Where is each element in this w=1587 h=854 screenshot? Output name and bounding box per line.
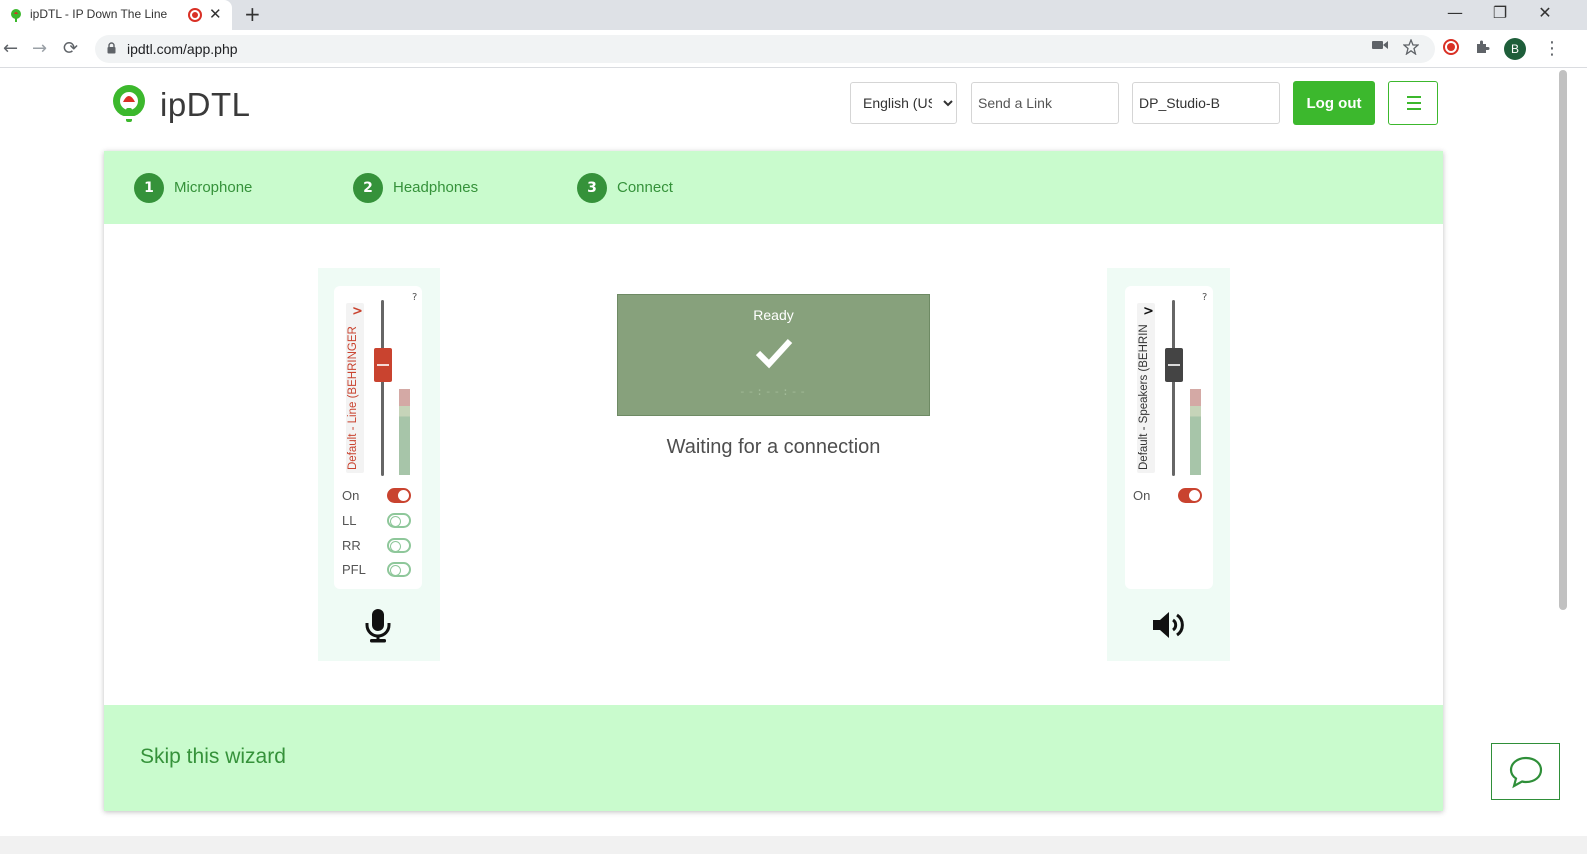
ipdtl-favicon-icon [11, 9, 21, 22]
mic-device-selector[interactable]: > Default - Line (BEHRINGER [346, 303, 364, 473]
profile-avatar[interactable]: B [1504, 38, 1526, 60]
browser-tab[interactable]: ipDTL - IP Down The Line ✕ [0, 0, 232, 30]
speaker-panel: ? > Default - Speakers (BEHRIN On [1107, 268, 1230, 661]
waiting-message: Waiting for a connection [666, 436, 881, 458]
mic-device-chevron-icon: > [352, 304, 363, 319]
chat-button[interactable] [1491, 743, 1560, 800]
record-extension-icon[interactable] [1443, 39, 1459, 55]
page-scrollbar[interactable] [1559, 70, 1567, 610]
url-text: ipdtl.com/app.php [127, 41, 238, 57]
forward-button[interactable]: → [32, 38, 47, 59]
recording-indicator-icon [188, 8, 202, 22]
connection-status-box: Ready --:--:-- [617, 294, 930, 416]
step-label: Microphone [174, 179, 253, 196]
logo-text: ipDTL [160, 86, 251, 123]
speaker-volume-icon [1153, 612, 1184, 638]
camera-icon[interactable] [1372, 39, 1388, 51]
step-number: 2 [353, 173, 383, 203]
address-bar[interactable]: ipdtl.com/app.php [95, 35, 1435, 63]
call-timer: --:--:-- [739, 385, 808, 398]
speaker-on-toggle[interactable] [1178, 488, 1202, 503]
status-title: Ready [753, 307, 794, 323]
mic-level-meter [399, 389, 410, 475]
microphone-icon [365, 609, 391, 643]
restore-button[interactable]: ❐ [1480, 3, 1520, 22]
step-label: Connect [617, 179, 673, 196]
send-link-input[interactable] [971, 82, 1119, 124]
mic-on-toggle-row: On [342, 486, 414, 506]
extensions-puzzle-icon[interactable] [1474, 39, 1490, 55]
studio-name-input[interactable] [1132, 82, 1280, 124]
mic-pfl-toggle[interactable] [387, 562, 411, 577]
mic-device-label: Default - Line (BEHRINGER [347, 326, 359, 470]
mic-ll-toggle-row: LL [342, 511, 414, 531]
speaker-device-chevron-icon: > [1143, 304, 1154, 319]
headset-logo-icon [113, 85, 145, 122]
speaker-level-meter [1190, 389, 1201, 475]
language-select[interactable]: English (US) [850, 82, 957, 124]
hamburger-menu-icon [1407, 96, 1421, 98]
browser-menu-icon[interactable]: ⋮ [1543, 38, 1561, 59]
chat-bubble-icon [1509, 756, 1543, 789]
speaker-device-label: Default - Speakers (BEHRIN [1138, 325, 1150, 470]
microphone-mixer-strip: ? > Default - Line (BEHRINGER On LL RR P [334, 286, 422, 589]
skip-wizard-link[interactable]: Skip this wizard [140, 745, 286, 769]
step-label: Headphones [393, 179, 479, 196]
browser-titlebar: ipDTL - IP Down The Line ✕ + — ❐ ✕ [0, 0, 1587, 30]
speaker-on-toggle-row: On [1133, 486, 1205, 506]
microphone-panel: ? > Default - Line (BEHRINGER On LL RR P [318, 268, 440, 661]
reload-button[interactable]: ⟳ [63, 38, 78, 59]
toggle-label: LL [342, 513, 357, 528]
close-tab-icon[interactable]: ✕ [209, 5, 222, 23]
close-window-button[interactable]: ✕ [1525, 3, 1565, 22]
mic-pfl-toggle-row: PFL [342, 560, 414, 580]
mic-volume-fader[interactable] [374, 348, 392, 382]
logout-button[interactable]: Log out [1293, 81, 1375, 125]
hamburger-line [1407, 108, 1421, 110]
lock-icon [107, 42, 116, 54]
setup-wizard-card: 1 Microphone 2 Headphones 3 Connect ? > … [104, 151, 1443, 811]
ipdtl-logo[interactable]: ipDTL [108, 82, 258, 126]
hamburger-menu-button[interactable] [1388, 81, 1438, 125]
back-button[interactable]: ← [3, 38, 18, 59]
mic-ll-toggle[interactable] [387, 513, 411, 528]
step-number: 1 [134, 173, 164, 203]
mic-fader-track [381, 300, 384, 476]
mic-help-icon[interactable]: ? [412, 292, 417, 303]
speaker-fader-track [1172, 300, 1175, 476]
mic-rr-toggle-row: RR [342, 536, 414, 556]
toggle-label: On [342, 488, 360, 503]
bookmark-star-icon[interactable] [1403, 39, 1419, 55]
step-number: 3 [577, 173, 607, 203]
browser-toolbar: ← → ⟳ ipdtl.com/app.php B ⋮ [0, 30, 1587, 68]
wizard-footer: Skip this wizard [104, 705, 1443, 811]
new-tab-button[interactable]: + [244, 2, 261, 26]
page-bottom-strip [0, 836, 1587, 854]
speaker-device-selector[interactable]: > Default - Speakers (BEHRIN [1137, 303, 1155, 473]
wizard-steps-bar: 1 Microphone 2 Headphones 3 Connect [104, 151, 1443, 224]
minimize-button[interactable]: — [1435, 3, 1475, 22]
speaker-mixer-strip: ? > Default - Speakers (BEHRIN On [1125, 286, 1213, 589]
hamburger-line [1407, 102, 1421, 104]
toggle-label: On [1133, 488, 1151, 503]
tab-title: ipDTL - IP Down The Line [30, 7, 168, 21]
toggle-label: RR [342, 538, 361, 553]
toggle-label: PFL [342, 562, 366, 577]
speaker-help-icon[interactable]: ? [1202, 292, 1207, 303]
checkmark-icon [755, 338, 793, 369]
mic-rr-toggle[interactable] [387, 538, 411, 553]
speaker-volume-fader[interactable] [1165, 348, 1183, 382]
mic-on-toggle[interactable] [387, 488, 411, 503]
